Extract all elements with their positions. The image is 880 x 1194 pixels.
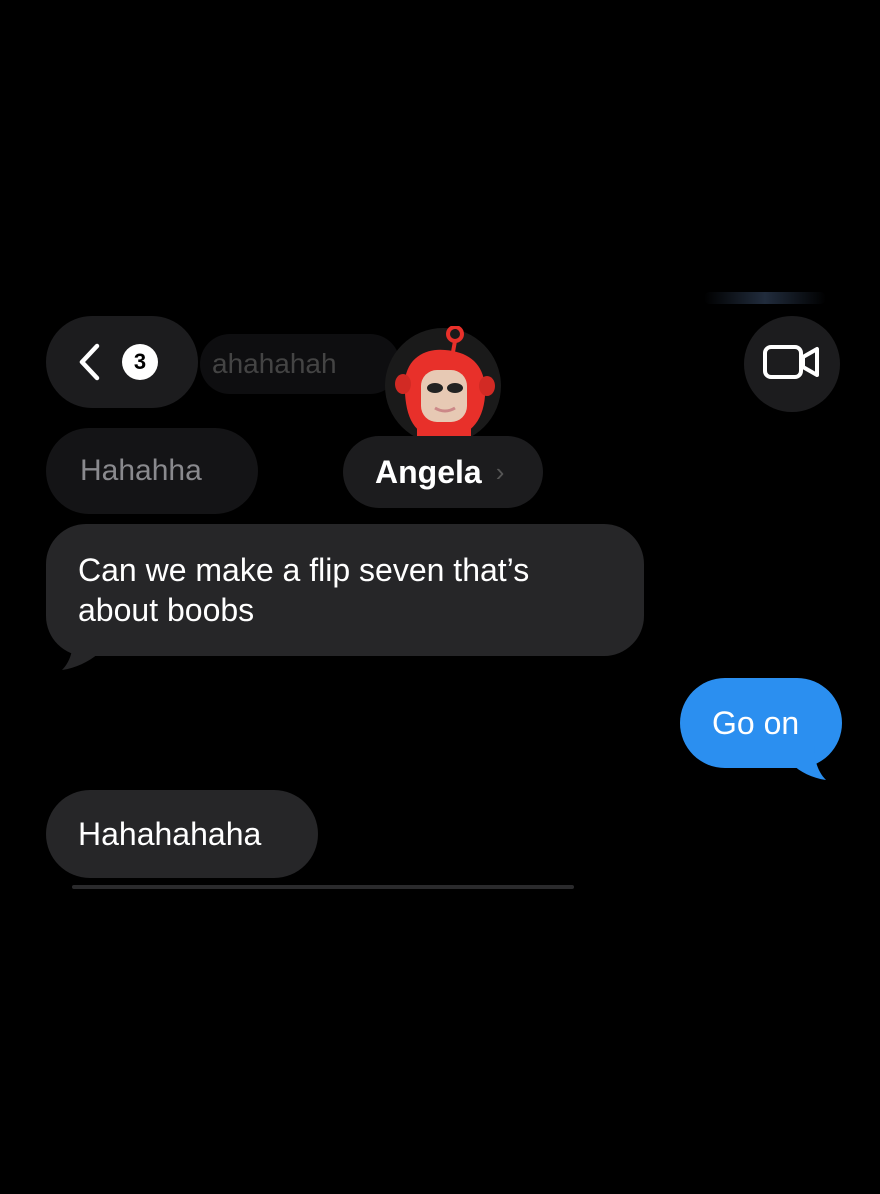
contact-name: Angela [375,453,482,490]
unread-count-badge: 3 [122,344,158,380]
video-camera-icon [762,342,822,387]
previous-message-preview: ahahahah [200,334,400,394]
message-bubble-incoming[interactable]: Hahahahaha [46,790,318,878]
outgoing-bubble-tail [792,746,826,780]
contact-avatar[interactable] [383,325,503,446]
divider [72,885,574,889]
top-edge-sliver [704,292,826,304]
message-text: Go on [712,705,800,741]
chevron-left-icon [72,342,106,382]
chevron-right-icon: › [495,456,505,487]
faded-message-bubble: Hahahha [46,428,258,514]
message-text: Hahahahaha [78,816,262,852]
incoming-bubble-tail [62,636,98,670]
message-bubble-incoming[interactable]: Can we make a flip seven that’s about bo… [46,524,644,656]
message-text: Can we make a flip seven that’s about bo… [78,552,530,628]
video-call-button[interactable] [744,316,840,412]
contact-name-button[interactable]: Angela › [343,436,543,508]
back-button[interactable]: 3 [46,316,198,408]
